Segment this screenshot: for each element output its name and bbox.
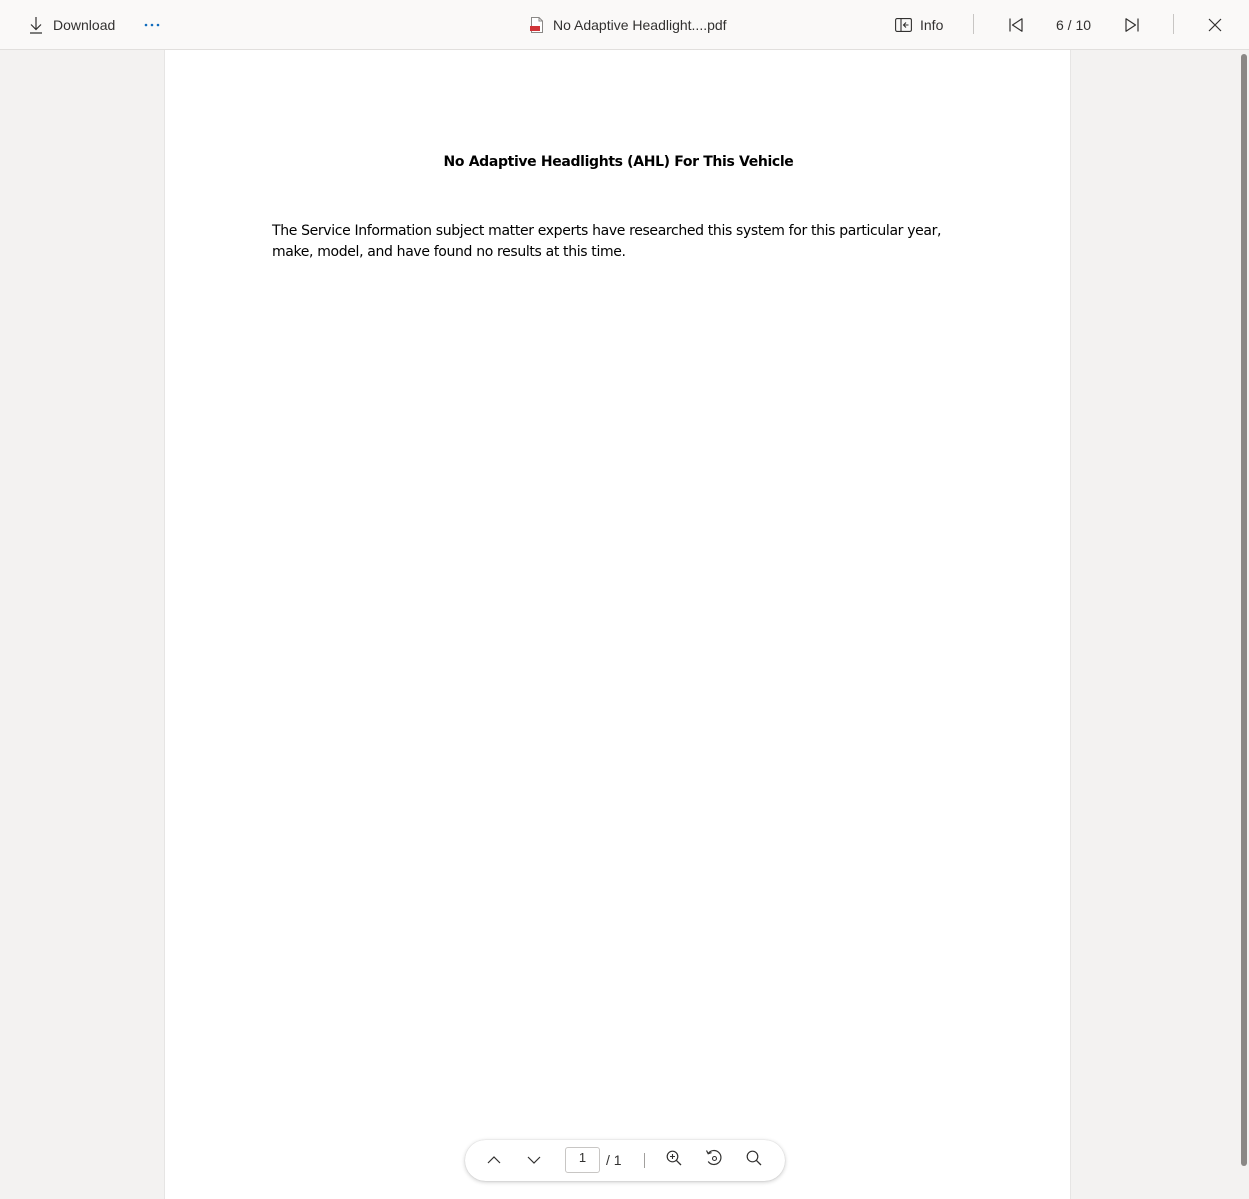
vertical-scrollbar[interactable] <box>1240 50 1249 1199</box>
pdf-navigation-toolbar: 1 / 1 <box>465 1140 785 1181</box>
search-icon <box>746 1150 762 1171</box>
info-label: Info <box>920 16 944 33</box>
rotate-button[interactable] <box>704 1149 724 1171</box>
document-title: No Adaptive Headlights (AHL) For This Ve… <box>443 154 794 170</box>
next-file-button[interactable] <box>1122 0 1142 49</box>
next-page-button[interactable] <box>524 1150 544 1170</box>
top-toolbar: Download No Adaptive Headlight....pdf In… <box>0 0 1249 50</box>
file-name: No Adaptive Headlight....pdf <box>530 0 727 49</box>
toolbar-divider <box>973 14 974 34</box>
previous-file-button[interactable] <box>1006 0 1026 49</box>
page-number-input[interactable]: 1 <box>565 1147 600 1173</box>
skip-next-icon <box>1124 17 1140 33</box>
download-label: Download <box>53 16 116 33</box>
info-button[interactable]: Info <box>895 0 943 49</box>
close-icon <box>1208 18 1222 32</box>
more-horizontal-icon <box>144 23 160 27</box>
chevron-up-icon <box>487 1151 501 1169</box>
search-button[interactable] <box>744 1150 764 1170</box>
skip-previous-icon <box>1008 17 1024 33</box>
zoom-in-button[interactable] <box>664 1150 684 1170</box>
scrollbar-thumb[interactable] <box>1241 54 1247 1166</box>
previous-page-button[interactable] <box>484 1150 504 1170</box>
pdf-page: No Adaptive Headlights (AHL) For This Ve… <box>164 50 1071 1199</box>
file-counter: 6 / 10 <box>1056 16 1092 33</box>
zoom-in-icon <box>666 1150 682 1171</box>
toolbar-divider <box>644 1153 645 1168</box>
more-options-button[interactable] <box>144 0 160 49</box>
document-body: The Service Information subject matter e… <box>272 223 942 260</box>
download-button[interactable]: Download <box>28 0 115 49</box>
pdf-file-icon <box>530 16 544 33</box>
info-panel-icon <box>895 17 912 32</box>
download-icon <box>28 16 44 34</box>
close-button[interactable] <box>1205 0 1225 49</box>
toolbar-divider <box>1173 14 1174 34</box>
document-viewer[interactable]: No Adaptive Headlights (AHL) For This Ve… <box>0 50 1240 1199</box>
chevron-down-icon <box>527 1151 541 1169</box>
file-name-label: No Adaptive Headlight....pdf <box>553 16 727 33</box>
page-total: / 1 <box>606 1152 622 1168</box>
rotate-icon <box>705 1149 723 1171</box>
